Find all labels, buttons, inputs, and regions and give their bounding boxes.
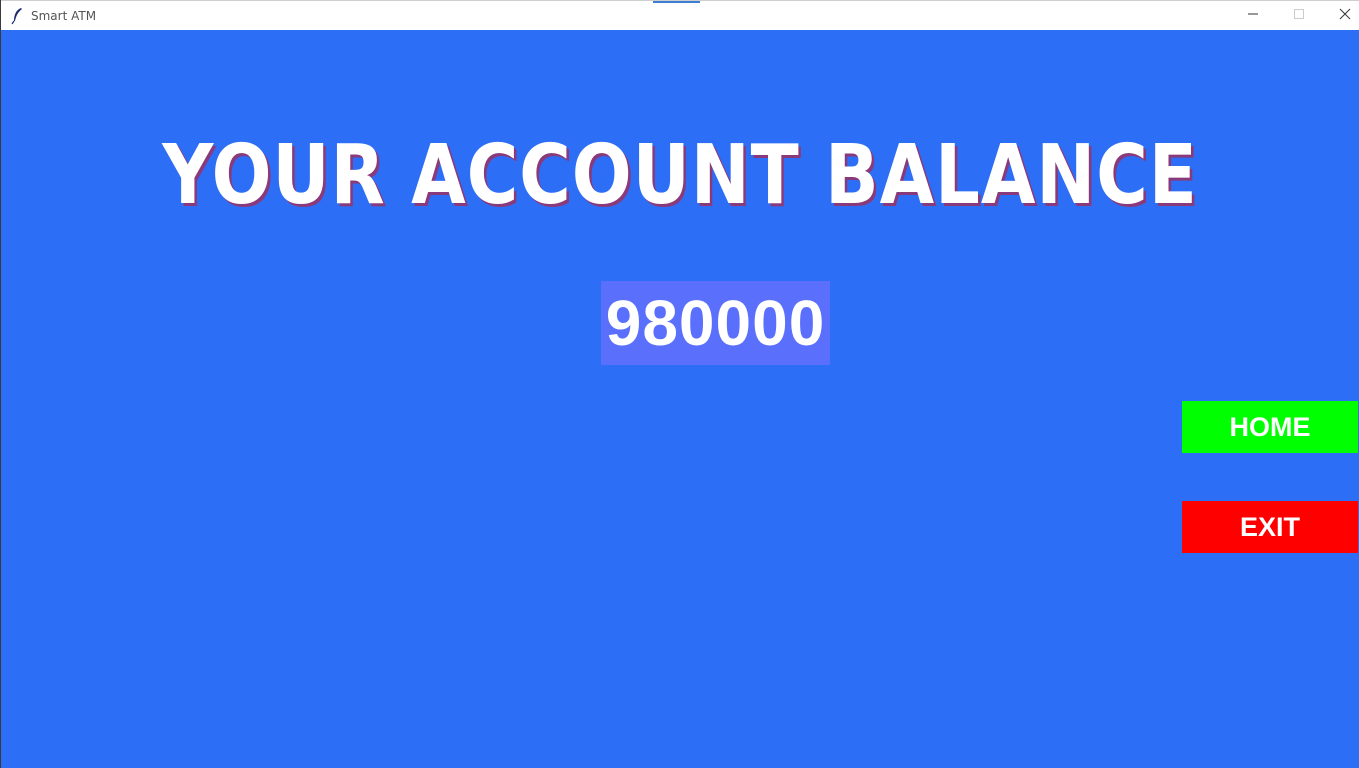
home-button[interactable]: HOME bbox=[1182, 401, 1358, 453]
title-bar[interactable]: Smart ATM bbox=[1, 0, 1359, 30]
title-bar-accent bbox=[653, 1, 700, 3]
balance-screen: YOUR ACCOUNT BALANCE 980000 HOME EXIT bbox=[1, 30, 1359, 768]
window-title: Smart ATM bbox=[31, 9, 97, 23]
close-icon bbox=[1339, 7, 1351, 25]
close-button[interactable] bbox=[1322, 1, 1359, 30]
app-window: Smart ATM YOUR ACCOUNT BALANCE 980000 HO… bbox=[0, 0, 1359, 768]
minimize-icon bbox=[1247, 7, 1259, 25]
balance-display: 980000 bbox=[601, 281, 830, 365]
maximize-icon bbox=[1293, 7, 1305, 25]
page-title: YOUR ACCOUNT BALANCE bbox=[162, 128, 1198, 223]
maximize-button[interactable] bbox=[1276, 1, 1322, 30]
exit-button[interactable]: EXIT bbox=[1182, 501, 1358, 553]
feather-icon bbox=[10, 7, 26, 25]
minimize-button[interactable] bbox=[1230, 1, 1276, 30]
balance-value: 980000 bbox=[605, 287, 826, 359]
